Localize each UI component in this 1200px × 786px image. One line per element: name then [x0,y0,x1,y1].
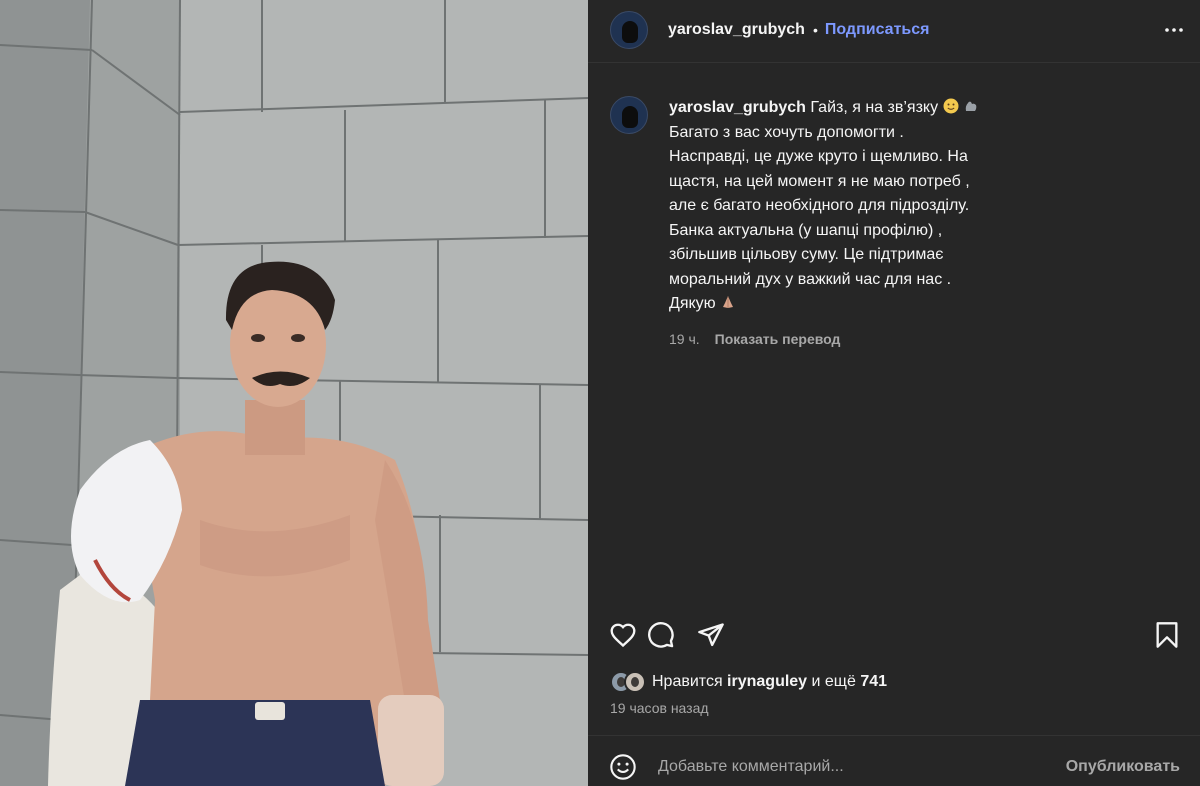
smiley-icon[interactable] [608,752,638,782]
caption-username[interactable]: yaroslav_grubych [669,99,806,116]
bookmark-icon[interactable] [1152,620,1182,650]
slightly-smiling-face-emoji [943,98,959,114]
author-avatar[interactable] [610,11,648,49]
comment-divider [588,735,1200,736]
post-modal: yaroslav_grubych • Подписаться yaroslav_… [0,0,1200,786]
publish-button[interactable]: Опубликовать [1066,758,1180,776]
more-horizontal-icon[interactable] [1162,18,1186,42]
header-divider [588,62,1200,63]
post-photo [0,0,588,786]
caption-meta: 19 ч. Показать перевод [669,327,987,352]
post-header: yaroslav_grubych • Подписаться [588,0,1200,60]
posted-ago: 19 часов назад [610,700,709,716]
separator-dot: • [812,22,818,38]
flexed-biceps-emoji [965,101,977,111]
caption-body: Багато з вас хочуть допомогти . Насправд… [669,123,970,313]
heart-icon[interactable] [608,620,638,650]
liker-avatar[interactable] [624,671,646,693]
caption-line1: Гайз, я на зв’язку [805,99,943,116]
likes-user[interactable]: irynaguley [727,673,807,690]
photo-illustration [0,0,588,786]
post-caption: yaroslav_grubych Гайз, я на зв’язку Бага… [610,96,1190,351]
folded-hands-emoji [723,296,734,308]
caption-avatar[interactable] [610,96,648,134]
follow-button[interactable]: Подписаться [825,21,930,39]
likes-summary: Нравится irynaguley и ещё 741 [610,671,887,693]
translate-button[interactable]: Показать перевод [715,327,841,352]
post-side-panel: yaroslav_grubych • Подписаться yaroslav_… [588,0,1200,786]
caption-text-block: yaroslav_grubych Гайз, я на зв’язку Бага… [669,96,987,351]
comment-icon[interactable] [646,620,676,650]
action-bar [608,620,1190,650]
likes-text[interactable]: Нравится irynaguley и ещё 741 [652,673,887,691]
send-icon[interactable] [696,620,726,650]
comment-form: Опубликовать [608,749,1190,785]
comment-input[interactable] [658,758,1058,776]
likes-count[interactable]: 741 [860,673,887,690]
likes-middle: и ещё [807,673,861,690]
likes-prefix: Нравится [652,673,728,690]
caption-time: 19 ч. [669,330,700,347]
author-username[interactable]: yaroslav_grubych [668,21,805,39]
